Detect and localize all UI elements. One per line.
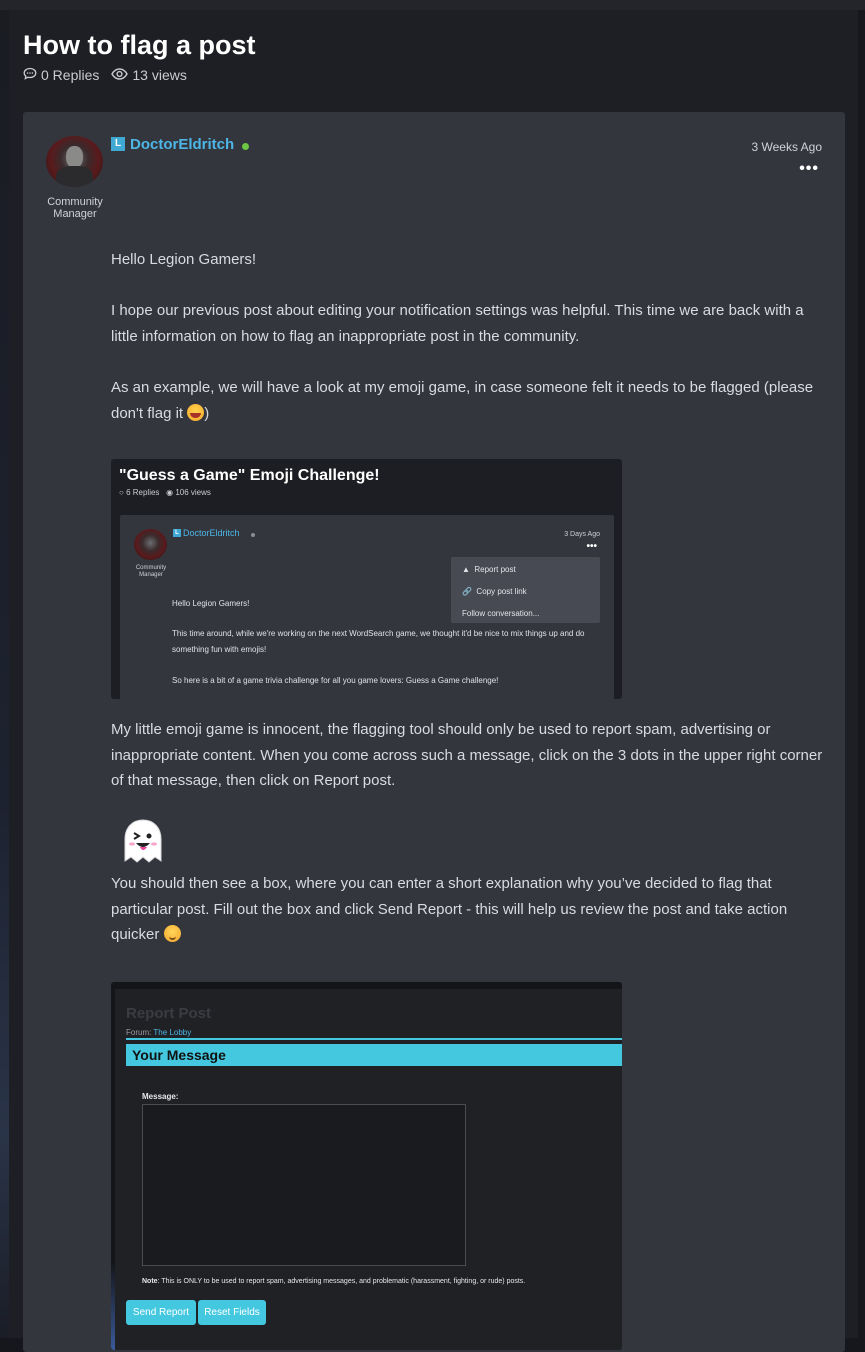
comment-icon [23, 67, 37, 83]
user-role: Community Manager [135, 565, 167, 578]
your-message-bar: Your Message [126, 1044, 622, 1066]
report-note: Note: This is ONLY to be used to report … [142, 1278, 526, 1285]
paragraph-2: As an example, we will have a look at my… [111, 379, 814, 422]
report-post-screenshot: Report Post Forum: The Lobby Your Messag… [111, 982, 622, 1350]
top-bar [0, 0, 865, 10]
link-icon: 🔗 [462, 587, 472, 596]
screenshot-thread-meta: ○ 6 Replies ◉ 106 views [119, 488, 211, 497]
ghost-emoji-icon [124, 819, 162, 863]
send-report-button: Send Report [126, 1300, 196, 1325]
background-art [111, 1262, 115, 1350]
author-name[interactable]: DoctorEldritch [130, 136, 234, 153]
menu-item-copy-link: 🔗 Copy post link [462, 587, 527, 596]
divider [126, 1038, 622, 1040]
screenshot-post-card: Community Manager L DoctorEldritch 3 Day… [120, 515, 614, 699]
thread-page: How to flag a post 0 Replies 13 views Co… [9, 10, 858, 1352]
page-title: How to flag a post [23, 30, 256, 60]
post-options-menu: ▲ Report post 🔗 Copy post link Follow co… [451, 557, 600, 623]
online-status-icon [242, 143, 249, 150]
post-timestamp: 3 Weeks Ago [751, 140, 823, 154]
level-badge: L [173, 529, 181, 537]
screenshot-thread-title: "Guess a Game" Emoji Challenge! [119, 467, 380, 484]
menu-item-report: ▲ Report post [462, 565, 516, 574]
avatar[interactable] [46, 136, 103, 187]
more-options-icon: ••• [586, 541, 597, 552]
paragraph-4: You should then see a box, where you can… [111, 875, 788, 943]
paragraph-1: I hope our previous post about editing y… [111, 302, 804, 345]
screenshot-line-2: So here is a bit of a game trivia challe… [172, 676, 499, 685]
reset-fields-button: Reset Fields [198, 1300, 266, 1325]
online-status-icon [251, 533, 255, 537]
report-form: Report Post Forum: The Lobby Your Messag… [115, 989, 622, 1350]
eye-icon: ◉ [166, 488, 174, 497]
more-options-button[interactable]: ••• [799, 161, 819, 177]
level-badge: L [111, 137, 125, 151]
background-art [0, 0, 9, 1338]
smiling-emoji-icon [163, 925, 181, 942]
views-count: 13 views [132, 67, 187, 83]
laughing-emoji-icon [187, 403, 205, 421]
warning-icon: ▲ [462, 565, 470, 574]
user-role: Community Manager [47, 196, 103, 220]
screenshot-greeting: Hello Legion Gamers! [172, 599, 250, 608]
paragraph-3: My little emoji game is innocent, the fl… [111, 721, 823, 789]
comment-icon: ○ [119, 488, 124, 497]
post-timestamp: 3 Days Ago [564, 531, 600, 538]
replies-count: 0 Replies [41, 67, 100, 83]
post-card: Community Manager L DoctorEldritch 3 Wee… [23, 112, 845, 1352]
avatar [134, 529, 167, 560]
message-textarea [142, 1104, 466, 1266]
menu-item-follow: Follow conversation... [462, 609, 540, 618]
message-label: Message: [142, 1092, 179, 1101]
eye-icon [111, 67, 129, 83]
forum-label: Forum: The Lobby [126, 1028, 192, 1037]
author-name: DoctorEldritch [183, 528, 240, 538]
thread-meta: 0 Replies 13 views [23, 67, 187, 83]
report-heading: Report Post [126, 1005, 212, 1022]
emoji-challenge-screenshot: "Guess a Game" Emoji Challenge! ○ 6 Repl… [111, 459, 622, 699]
greeting-text: Hello Legion Gamers! [111, 251, 257, 268]
screenshot-line-1: This time around, while we're working on… [172, 629, 585, 654]
